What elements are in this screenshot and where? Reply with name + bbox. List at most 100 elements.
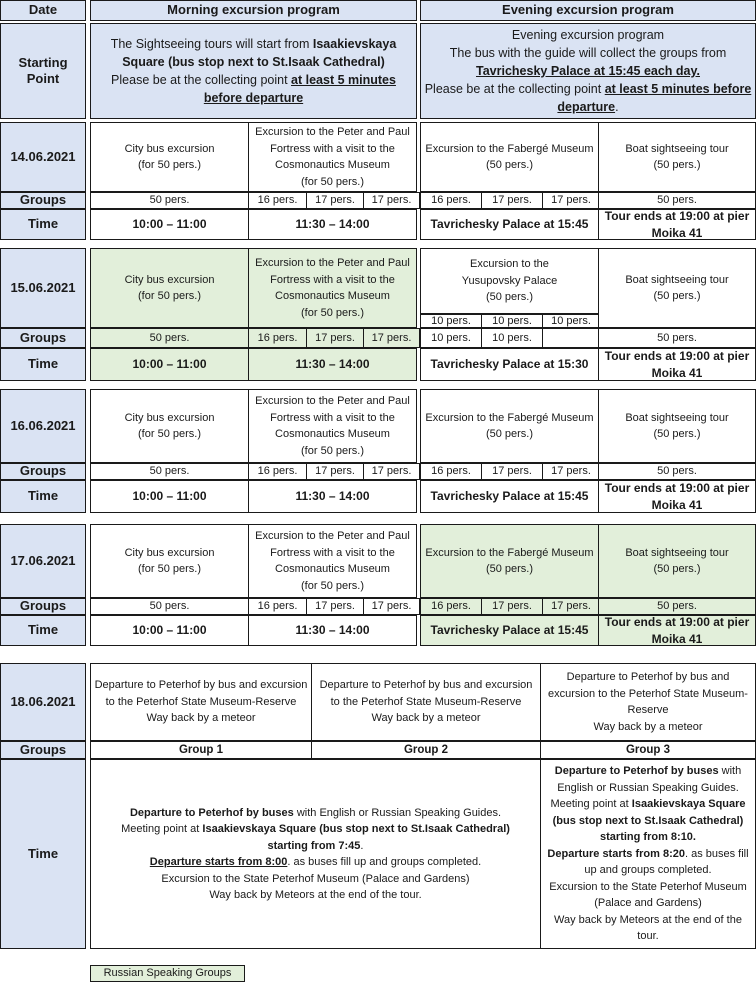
fortress-group-3: 17 pers. bbox=[363, 192, 420, 209]
starting-point-label: Starting Point bbox=[0, 23, 86, 119]
header-evening: Evening excursion program bbox=[420, 0, 756, 21]
fortress-group-3: 17 pers. bbox=[363, 328, 420, 348]
excursion-title: Fortress with a visit to the bbox=[270, 546, 395, 559]
evening-museum-group-1: 16 pers. bbox=[420, 463, 482, 480]
evening-museum-excursion: Excursion to the Fabergé Museum (50 pers.… bbox=[420, 122, 599, 192]
excursion-capacity: (for 50 pers.) bbox=[138, 290, 201, 302]
excursion-title: Fortress with a visit to the bbox=[270, 411, 395, 424]
city-bus-groups: 50 pers. bbox=[90, 463, 249, 480]
groups-label: Groups bbox=[0, 741, 86, 759]
fortress-group-1: 16 pers. bbox=[248, 463, 307, 480]
excursion-title: Boat sightseeing tour bbox=[625, 142, 729, 155]
excursion-capacity: (50 pers.) bbox=[485, 563, 534, 575]
evening-museum-group-4: 10 pers. bbox=[420, 328, 482, 348]
schedule-text: with English or Russian Speaking Guides. bbox=[293, 806, 502, 819]
evening-museum-group-1: 16 pers. bbox=[420, 598, 482, 615]
excursion-capacity: (for 50 pers.) bbox=[138, 159, 201, 171]
fortress-excursion: Excursion to the Peter and Paul Fortress … bbox=[248, 248, 417, 328]
desc-line: Departure to Peterhof by bus and excursi… bbox=[319, 679, 533, 692]
evening-start-title: Evening excursion program bbox=[511, 28, 665, 42]
fortress-group-3: 17 pers. bbox=[363, 598, 420, 615]
schedule-text: . as buses fill up and groups completed. bbox=[287, 856, 482, 868]
boat-groups: 50 pers. bbox=[598, 328, 756, 348]
fortress-group-1: 16 pers. bbox=[248, 328, 307, 348]
desc-line: Reserve bbox=[627, 704, 669, 716]
excursion-capacity: (50 pers.) bbox=[485, 428, 534, 440]
boat-tour: Boat sightseeing tour (50 pers.) bbox=[598, 524, 756, 598]
fortress-group-2: 17 pers. bbox=[306, 463, 364, 480]
excursion-capacity: (50 pers.) bbox=[485, 159, 534, 171]
excursion-title: Excursion to the Peter and Paul bbox=[255, 530, 410, 542]
boat-groups: 50 pers. bbox=[598, 463, 756, 480]
fortress-excursion: Excursion to the Peter and Paul Fortress … bbox=[248, 389, 417, 463]
boat-time: Tour ends at 19:00 at pier Moika 41 bbox=[598, 615, 756, 646]
evening-museum-group-2: 17 pers. bbox=[481, 598, 543, 615]
excursion-title: Cosmonautics Museum bbox=[275, 159, 390, 171]
excursion-title: Boat sightseeing tour bbox=[625, 411, 729, 424]
groups-label: Groups bbox=[0, 328, 86, 348]
morning-start-note: Please be at the collecting point bbox=[111, 73, 292, 87]
excursion-title: City bus excursion bbox=[124, 546, 215, 559]
peterhof-group-3-schedule: Departure to Peterhof by buses with Engl… bbox=[540, 759, 756, 949]
desc-line: to the Peterhof State Museum-Reserve bbox=[105, 695, 297, 708]
city-bus-time: 10:00 – 11:00 bbox=[90, 209, 249, 240]
fortress-group-2: 17 pers. bbox=[306, 598, 364, 615]
fortress-time: 11:30 – 14:00 bbox=[248, 615, 417, 646]
schedule-bold: Departure to Peterhof by buses bbox=[554, 765, 719, 778]
boat-time: Tour ends at 19:00 at pier Moika 41 bbox=[598, 480, 756, 513]
excursion-title: Cosmonautics Museum bbox=[275, 290, 390, 302]
fortress-group-3: 17 pers. bbox=[363, 463, 420, 480]
evening-pickup-time: Tavrichesky Palace at 15:30 bbox=[420, 348, 599, 381]
excursion-title: Excursion to the Peter and Paul bbox=[255, 395, 410, 407]
desc-line: Departure to Peterhof by bus and bbox=[566, 671, 730, 683]
groups-label: Groups bbox=[0, 463, 86, 480]
excursion-capacity: (for 50 pers.) bbox=[138, 428, 201, 440]
city-bus-groups: 50 pers. bbox=[90, 328, 249, 348]
city-bus-time: 10:00 – 11:00 bbox=[90, 615, 249, 646]
city-bus-time: 10:00 – 11:00 bbox=[90, 480, 249, 513]
fortress-time: 11:30 – 14:00 bbox=[248, 209, 417, 240]
group-2-label: Group 2 bbox=[311, 741, 541, 759]
desc-line: Way back by a meteor bbox=[371, 712, 481, 725]
evening-museum-group-5: 10 pers. bbox=[481, 328, 543, 348]
evening-museum-group-3: 17 pers. bbox=[542, 192, 600, 209]
excursion-capacity: (for 50 pers.) bbox=[301, 444, 364, 457]
excursion-capacity: (50 pers.) bbox=[653, 563, 701, 575]
excursion-title: Cosmonautics Museum bbox=[275, 563, 390, 575]
city-bus-excursion: City bus excursion (for 50 pers.) bbox=[90, 122, 249, 192]
excursion-title: Boat sightseeing tour bbox=[625, 546, 729, 559]
schedule-text: Meeting point at bbox=[550, 798, 632, 811]
evening-museum-excursion: Excursion to the Yusupovsky Palace (50 per… bbox=[420, 248, 599, 314]
boat-tour: Boat sightseeing tour (50 pers.) bbox=[598, 122, 756, 192]
city-bus-groups: 50 pers. bbox=[90, 598, 249, 615]
excursion-capacity: (for 50 pers.) bbox=[301, 175, 364, 188]
group-3-label: Group 3 bbox=[540, 741, 756, 759]
evening-museum-group-2: 17 pers. bbox=[481, 463, 543, 480]
evening-museum-group-6 bbox=[542, 328, 600, 348]
fortress-time: 11:30 – 14:00 bbox=[248, 348, 417, 381]
city-bus-excursion: City bus excursion (for 50 pers.) bbox=[90, 524, 249, 598]
day-date: 15.06.2021 bbox=[0, 248, 86, 328]
boat-time: Tour ends at 19:00 at pier Moika 41 bbox=[598, 209, 756, 240]
schedule-text: Meeting point at bbox=[121, 823, 203, 835]
schedule-text: Excursion to the State Peterhof Museum (… bbox=[549, 880, 747, 910]
evening-pickup-time: Tavrichesky Palace at 15:45 bbox=[420, 209, 599, 240]
legend-russian-speaking: Russian Speaking Groups bbox=[90, 965, 245, 982]
evening-start-text: The bus with the guide will collect the … bbox=[449, 46, 727, 60]
desc-line: to the Peterhof State Museum-Reserve bbox=[330, 695, 522, 708]
excursion-title: Cosmonautics Museum bbox=[275, 428, 390, 440]
excursion-title: Fortress with a visit to the bbox=[270, 142, 395, 155]
evening-start-note-end: . bbox=[615, 100, 619, 114]
excursion-title: City bus excursion bbox=[124, 273, 215, 286]
fortress-group-2: 17 pers. bbox=[306, 192, 364, 209]
evening-museum-group-3: 17 pers. bbox=[542, 463, 600, 480]
excursion-title: Boat sightseeing tour bbox=[625, 273, 729, 286]
excursion-title: Excursion to the bbox=[470, 258, 549, 271]
city-bus-groups: 50 pers. bbox=[90, 192, 249, 209]
excursion-title: City bus excursion bbox=[124, 142, 215, 155]
day-date: 17.06.2021 bbox=[0, 524, 86, 598]
fortress-excursion: Excursion to the Peter and Paul Fortress … bbox=[248, 524, 417, 598]
excursion-capacity: (50 pers.) bbox=[653, 428, 701, 440]
excursion-capacity: (50 pers.) bbox=[653, 159, 701, 171]
day-date: 18.06.2021 bbox=[0, 663, 86, 741]
